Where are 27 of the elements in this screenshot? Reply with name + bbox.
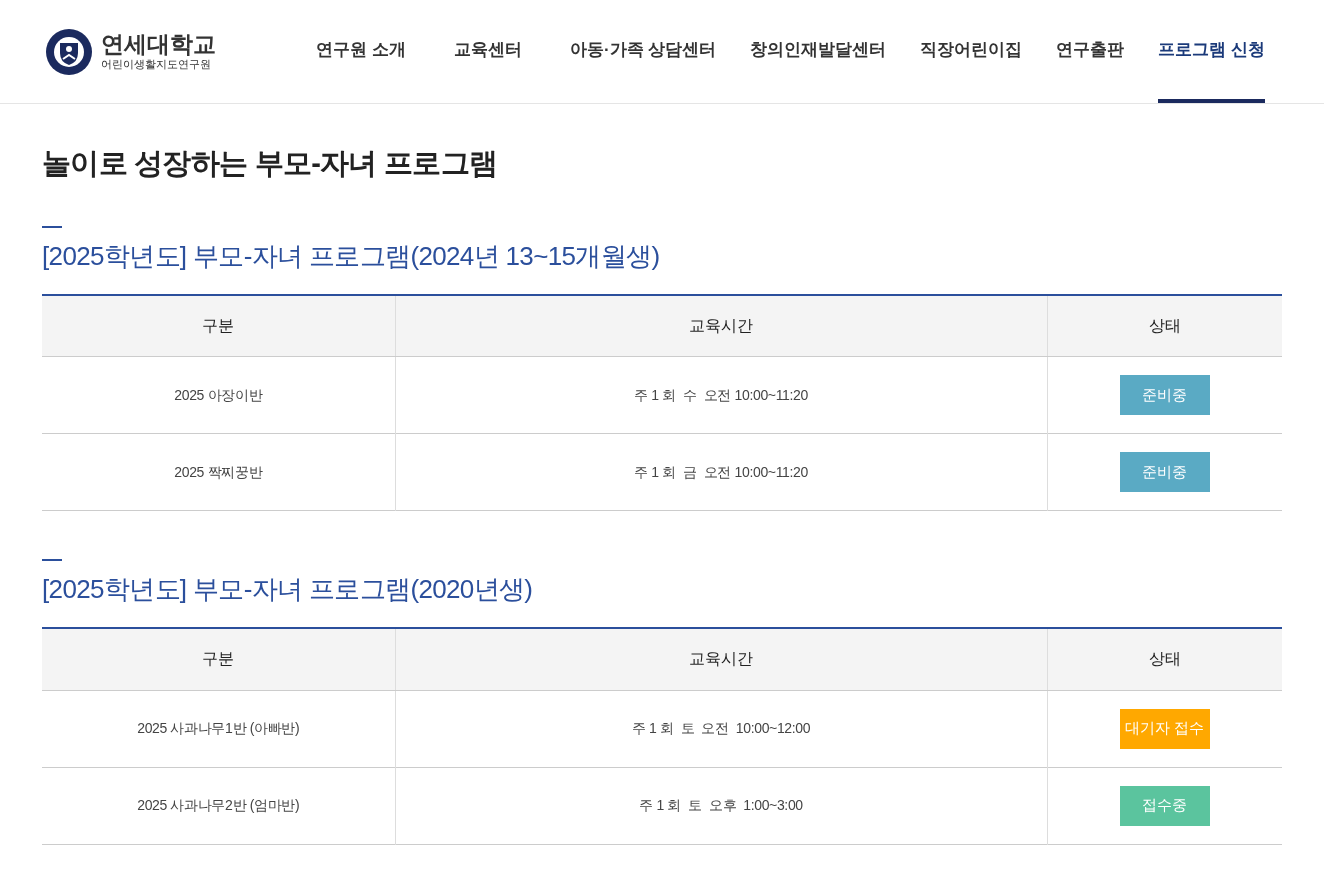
nav-link[interactable]: 연구출판 xyxy=(1056,0,1125,103)
column-header: 교육시간 xyxy=(395,628,1047,690)
university-emblem-icon xyxy=(45,27,93,76)
nav-link[interactable]: 교육센터 xyxy=(453,0,522,103)
table-cell: 주 1 회 토 오후 1:00~3:00 xyxy=(395,767,1047,844)
section-title: [2025학년도] 부모-자녀 프로그램(2024년 13~15개월생) xyxy=(42,239,661,273)
logo-subtitle: 어린이생활지도연구원 xyxy=(101,59,212,70)
nav-link[interactable]: 창의인재발달센터 xyxy=(750,0,887,103)
nav-link[interactable]: 연구원 소개 xyxy=(316,0,406,103)
nav-link[interactable]: 직장어린이집 xyxy=(920,0,1023,103)
table-cell: 2025 사과나무2반 (엄마반) xyxy=(42,767,395,844)
section-title: [2025학년도] 부모-자녀 프로그램(2020년생) xyxy=(42,573,534,606)
table-cell: 주 1 회 수 오전 10:00~11:20 xyxy=(395,356,1047,434)
page-title: 놀이로 성장하는 부모-자녀 프로그램 xyxy=(42,146,499,181)
column-header: 교육시간 xyxy=(395,294,1047,357)
nav-link[interactable]: 아동·가족 상담센터 xyxy=(569,0,717,103)
column-header: 구분 xyxy=(42,628,395,690)
nav-link[interactable]: 프로그램 신청 xyxy=(1158,0,1265,103)
table-cell: 2025 아장이반 xyxy=(42,356,395,434)
column-header: 구분 xyxy=(42,294,395,357)
column-header: 상태 xyxy=(1047,294,1282,357)
table-cell: 주 1 회 금 오전 10:00~11:20 xyxy=(395,433,1047,511)
table-cell: 주 1 회 토 오전 10:00~12:00 xyxy=(395,690,1047,767)
logo-title: 연세대학교 xyxy=(101,33,216,56)
column-header: 상태 xyxy=(1047,628,1282,690)
table-cell: 2025 사과나무1반 (아빠반) xyxy=(42,690,395,767)
table-cell: 2025 짝찌꿍반 xyxy=(42,433,395,511)
